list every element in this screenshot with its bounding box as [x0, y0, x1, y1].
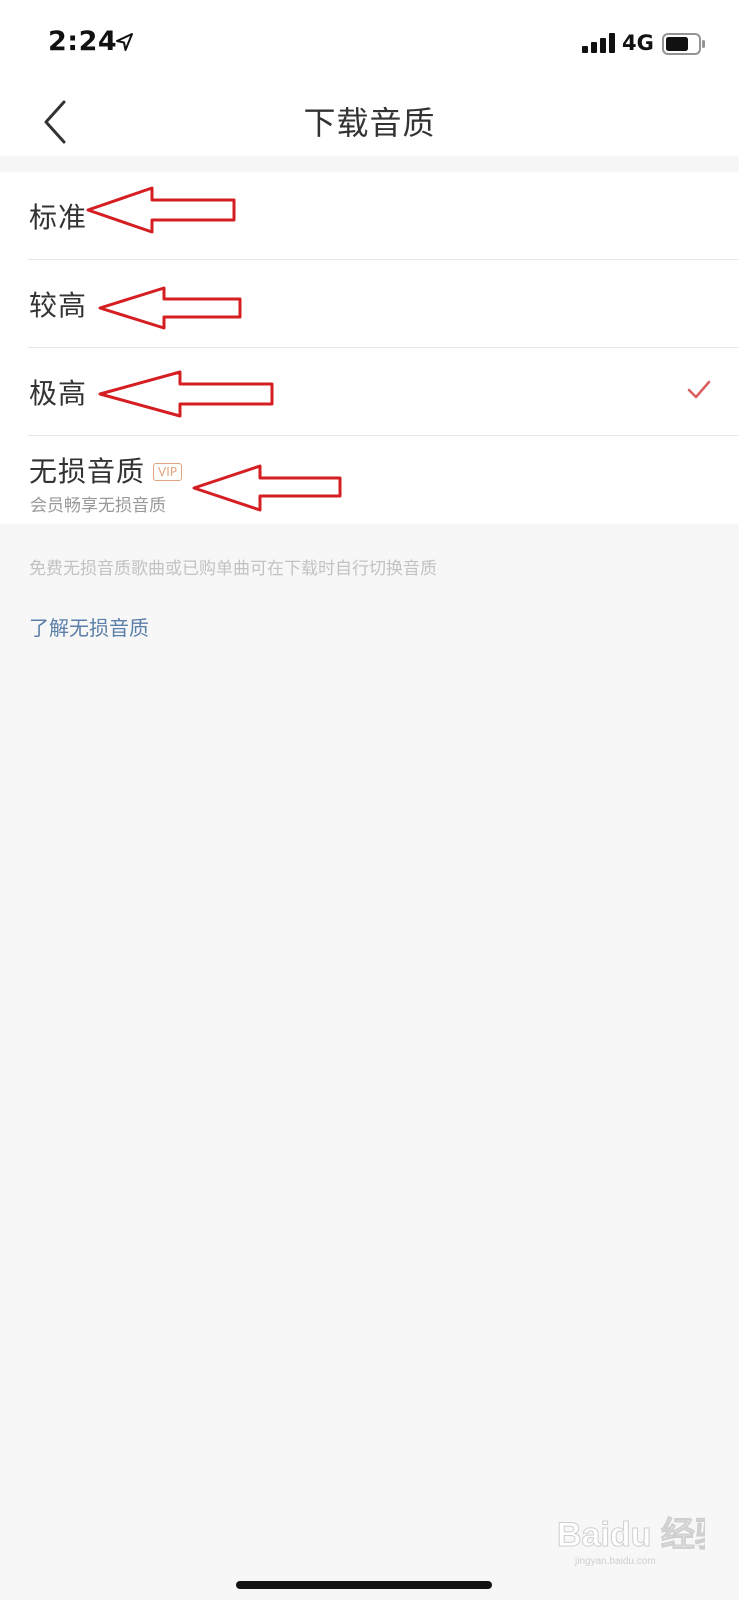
- watermark-text: Baidu 经验: [557, 1515, 705, 1554]
- option-lossless[interactable]: 无损音质 会员畅享无损音质: [0, 436, 739, 524]
- signal-icon: [582, 33, 616, 57]
- network-label: 4G: [622, 31, 654, 55]
- status-bar: 2:24 4G: [0, 0, 739, 88]
- nav-bar: 下载音质: [0, 88, 739, 156]
- checkmark-icon: [687, 380, 711, 404]
- baidu-watermark: Baidu 经验 jingyan.baidu.com: [555, 1502, 730, 1576]
- watermark-url: jingyan.baidu.com: [574, 1556, 656, 1567]
- page-title: 下载音质: [303, 104, 436, 142]
- arrow-annotation: [98, 286, 242, 330]
- option-subtitle: 会员畅享无损音质: [30, 496, 166, 516]
- home-indicator: [236, 1581, 492, 1589]
- option-label: 极高: [29, 377, 88, 410]
- location-icon: [116, 33, 134, 55]
- arrow-annotation: [86, 186, 236, 234]
- vip-badge: VIP: [153, 463, 182, 481]
- option-label: 标准: [29, 201, 88, 234]
- option-label: 较高: [29, 289, 88, 322]
- arrow-annotation: [98, 370, 274, 418]
- option-label: 无损音质: [29, 455, 146, 488]
- status-time: 2:24: [48, 26, 118, 57]
- battery-icon: [662, 33, 706, 59]
- footer-note: 免费无损音质歌曲或已购单曲可在下载时自行切换音质: [29, 559, 437, 579]
- arrow-annotation: [192, 464, 342, 512]
- learn-lossless-link[interactable]: 了解无损音质: [29, 612, 149, 641]
